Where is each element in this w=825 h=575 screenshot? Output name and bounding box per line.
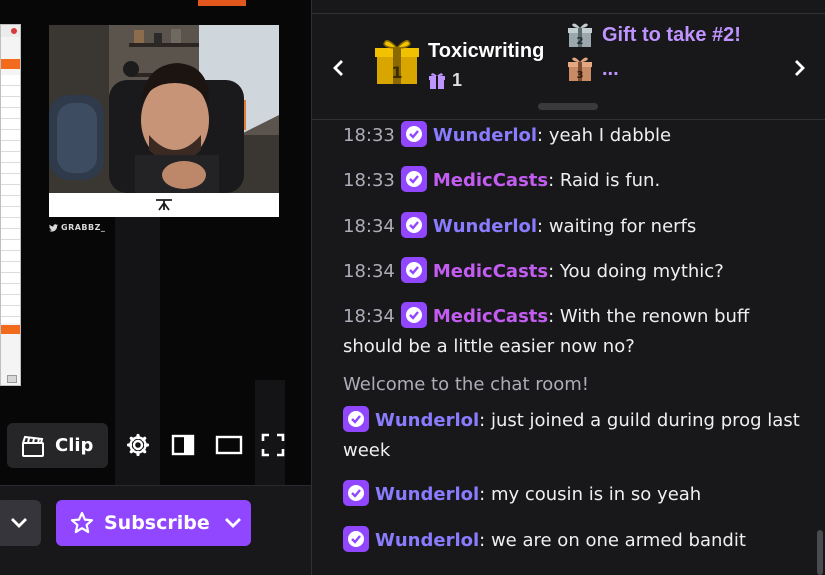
message-timestamp: 18:34 <box>343 306 395 327</box>
chat-username[interactable]: MedicCasts <box>433 261 548 282</box>
chat-message: 18:33 Wunderlol: yeah I dabble <box>343 121 803 151</box>
verified-badge-icon <box>400 212 427 238</box>
chat-username[interactable]: Wunderlol <box>375 530 479 551</box>
message-text: : yeah I dabble <box>537 125 672 146</box>
clip-label: Clip <box>55 435 94 456</box>
message-text: : Raid is fun. <box>548 170 661 191</box>
chat-scrollbar[interactable] <box>817 530 823 575</box>
verified-badge-icon <box>400 302 427 328</box>
social-handle: GRABBZ_ <box>49 223 105 232</box>
message-timestamp: 18:33 <box>343 125 395 146</box>
verified-badge-icon <box>400 121 427 147</box>
chevron-right-icon <box>795 60 805 76</box>
gift-count: 1 <box>452 70 463 90</box>
leaderboard-second-label: Gift to take #2! <box>602 23 741 46</box>
leaderboard-third-place[interactable]: 3 ... <box>566 56 766 82</box>
star-icon <box>70 511 94 534</box>
channel-action-bar: Subscribe <box>0 485 311 575</box>
gift-leaderboard: 1 Toxicwriting 1 2 Gift to take #2! 3 ..… <box>312 14 825 120</box>
player-controls: Clip <box>0 420 311 470</box>
chat-username[interactable]: Wunderlol <box>375 410 479 431</box>
chat-username[interactable]: Wunderlol <box>433 216 537 237</box>
chat-panel: 1 Toxicwriting 1 2 Gift to take #2! 3 ..… <box>311 0 825 575</box>
subscribe-label: Subscribe <box>104 512 210 534</box>
chat-message: 18:33 MedicCasts: Raid is fun. <box>343 166 803 196</box>
message-text: : You doing mythic? <box>548 261 724 282</box>
chat-message: 18:34 MedicCasts: With the renown buff sh… <box>343 302 803 362</box>
fullscreen-icon[interactable] <box>260 432 286 458</box>
chevron-down-icon <box>10 518 27 528</box>
gold-gift-icon: 1 <box>375 40 419 84</box>
social-handle-text: GRABBZ_ <box>61 223 106 232</box>
verified-badge-icon <box>343 480 369 506</box>
chat-message: Wunderlol: just joined a guild during pr… <box>343 406 803 466</box>
twitter-icon <box>49 223 58 232</box>
leaderboard-collapse-handle[interactable] <box>538 103 598 110</box>
more-options-dropdown-button[interactable] <box>0 500 41 546</box>
subscribe-button[interactable]: Subscribe <box>56 500 251 546</box>
video-player[interactable]: GRABBZ_ Clip <box>0 0 311 485</box>
player-size-icon[interactable] <box>214 432 244 458</box>
chevron-left-icon <box>333 60 343 76</box>
chat-message: Wunderlol: we are on one armed bandit <box>343 526 803 556</box>
team-logo-icon <box>156 199 172 211</box>
verified-badge-icon <box>343 526 369 552</box>
chat-username[interactable]: MedicCasts <box>433 170 548 191</box>
chat-message: 18:34 Wunderlol: waiting for nerfs <box>343 212 803 242</box>
message-text: : my cousin is in so yeah <box>479 484 702 505</box>
theatre-mode-icon[interactable] <box>170 432 196 458</box>
webcam-image <box>49 25 279 193</box>
chat-username[interactable]: Wunderlol <box>433 125 537 146</box>
clip-icon <box>22 435 44 457</box>
leaderboard-next-button[interactable] <box>788 56 812 80</box>
verified-badge-icon <box>400 257 427 283</box>
rank-number: 1 <box>391 63 402 82</box>
silver-gift-icon: 2 <box>568 23 592 47</box>
verified-badge-icon <box>400 166 427 192</box>
chat-message-list: 18:33 Wunderlol: yeah I dabble 18:33 Medic… <box>312 120 817 575</box>
leaderboard-first-count: 1 <box>428 70 462 91</box>
message-timestamp: 18:33 <box>343 170 395 191</box>
message-text: : waiting for nerfs <box>537 216 697 237</box>
chat-username[interactable]: MedicCasts <box>433 306 548 327</box>
overlay-app-window <box>0 24 21 386</box>
bronze-gift-icon: 3 <box>568 57 592 81</box>
overlay-accent-bar <box>198 0 246 6</box>
chevron-down-icon <box>224 518 241 528</box>
verified-badge-icon <box>343 406 369 432</box>
message-text: : we are on one armed bandit <box>479 530 746 551</box>
chat-message: Wunderlol: my cousin is in so yeah <box>343 480 803 510</box>
rank-number: 3 <box>577 70 584 81</box>
webcam-overlay <box>49 25 279 217</box>
chat-system-message: Welcome to the chat room! <box>343 374 590 395</box>
message-timestamp: 18:34 <box>343 261 395 282</box>
chat-message: 18:34 MedicCasts: You doing mythic? <box>343 257 803 287</box>
settings-gear-icon[interactable] <box>125 432 151 458</box>
chat-username[interactable]: Wunderlol <box>375 484 479 505</box>
leaderboard-second-place[interactable]: 2 Gift to take #2! <box>566 22 766 48</box>
team-logo-strip <box>49 193 279 217</box>
gift-icon <box>429 72 445 89</box>
leaderboard-third-label: ... <box>602 57 619 80</box>
clip-button[interactable]: Clip <box>7 423 108 468</box>
leaderboard-first-place[interactable]: 1 Toxicwriting 1 <box>374 26 574 90</box>
leaderboard-prev-button[interactable] <box>326 56 350 80</box>
leaderboard-first-name: Toxicwriting <box>428 40 545 62</box>
message-timestamp: 18:34 <box>343 216 395 237</box>
rank-number: 2 <box>577 36 584 47</box>
